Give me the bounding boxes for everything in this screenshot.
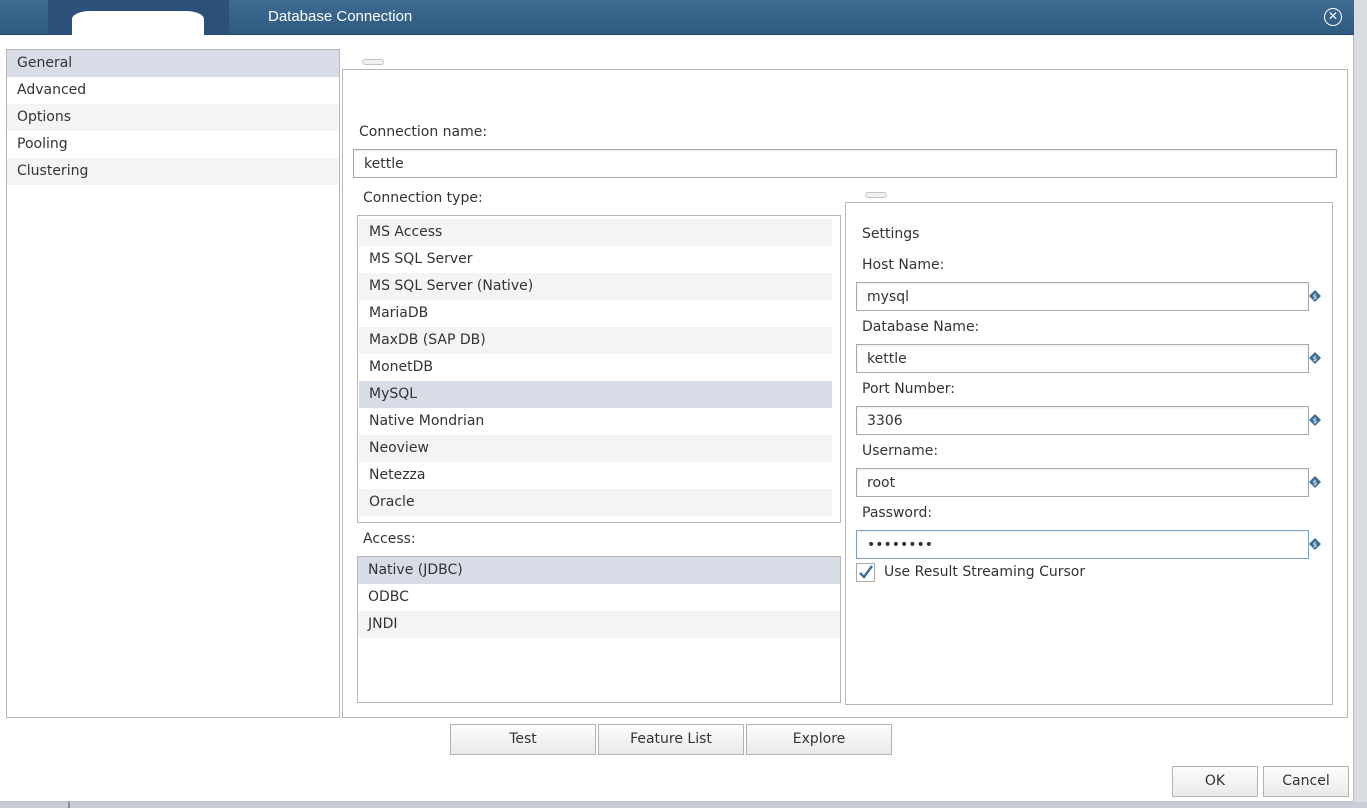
streaming-cursor-label[interactable]: Use Result Streaming Cursor [884,564,1085,580]
dialog-title: Database Connection [268,8,413,25]
access-label: Access: [363,531,416,547]
list-item[interactable]: MS SQL Server (Native) [359,273,832,300]
settings-tab-handle[interactable] [865,192,887,198]
checkmark-icon [859,565,873,579]
close-icon[interactable]: ✕ [1324,8,1342,26]
host-name-label: Host Name: [862,257,945,273]
explore-button[interactable]: Explore [746,724,892,755]
cancel-button[interactable]: Cancel [1263,766,1349,797]
database-name-label: Database Name: [862,319,980,335]
variable-icon[interactable]: $ [1309,414,1321,426]
username-label: Username: [862,443,939,459]
connection-type-list[interactable]: MS Access MS SQL Server MS SQL Server (N… [357,215,841,523]
streaming-cursor-checkbox[interactable] [856,563,875,582]
sidebar-item-clustering[interactable]: Clustering [7,158,339,185]
list-item[interactable]: MonetDB [359,354,832,381]
list-item[interactable]: ODBC [358,584,840,611]
connection-name-input[interactable] [353,149,1337,178]
background-strip [0,802,1367,808]
svg-text:$: $ [1313,479,1317,487]
sidebar-item-pooling[interactable]: Pooling [7,131,339,158]
database-connection-dialog: Database Connection ✕ General Advanced O… [0,0,1354,802]
sidebar-item-options[interactable]: Options [7,104,339,131]
svg-text:$: $ [1313,417,1317,425]
connection-name-label: Connection name: [359,124,488,140]
sidebar-item-general[interactable]: General [7,50,339,77]
variable-icon[interactable]: $ [1309,352,1321,364]
list-item[interactable]: Neoview [359,435,832,462]
host-name-input[interactable] [856,282,1309,311]
username-input[interactable] [856,468,1309,497]
list-item[interactable]: MariaDB [359,300,832,327]
title-bar: Database Connection ✕ [0,0,1354,35]
list-item[interactable]: JNDI [358,611,840,638]
variable-icon[interactable]: $ [1309,290,1321,302]
list-item-selected[interactable]: Native (JDBC) [358,557,840,584]
settings-heading: Settings [862,226,920,242]
port-number-input[interactable] [856,406,1309,435]
list-item[interactable]: MS SQL Server [359,246,832,273]
variable-icon[interactable]: $ [1309,476,1321,488]
category-sidebar: General Advanced Options Pooling Cluster… [6,49,340,718]
feature-list-button[interactable]: Feature List [598,724,744,755]
list-item[interactable]: MS Access [359,219,832,246]
svg-text:$: $ [1313,293,1317,301]
background-divider [68,802,70,808]
list-item[interactable]: MaxDB (SAP DB) [359,327,832,354]
main-tab-handle[interactable] [362,59,384,65]
database-name-input[interactable] [856,344,1309,373]
variable-icon[interactable]: $ [1309,538,1321,550]
test-button[interactable]: Test [450,724,596,755]
logo-shape [72,11,204,35]
list-item[interactable]: Native Mondrian [359,408,832,435]
list-item-selected[interactable]: MySQL [359,381,832,408]
list-item[interactable]: Netezza [359,462,832,489]
password-label: Password: [862,505,933,521]
svg-text:$: $ [1313,355,1317,363]
svg-text:$: $ [1313,541,1317,549]
port-number-label: Port Number: [862,381,955,397]
ok-button[interactable]: OK [1172,766,1258,797]
list-item[interactable]: Oracle [359,489,832,516]
sidebar-item-advanced[interactable]: Advanced [7,77,339,104]
app-logo [48,0,229,35]
connection-type-label: Connection type: [363,190,483,206]
access-list[interactable]: Native (JDBC) ODBC JNDI [357,556,841,703]
password-input[interactable] [856,530,1309,559]
